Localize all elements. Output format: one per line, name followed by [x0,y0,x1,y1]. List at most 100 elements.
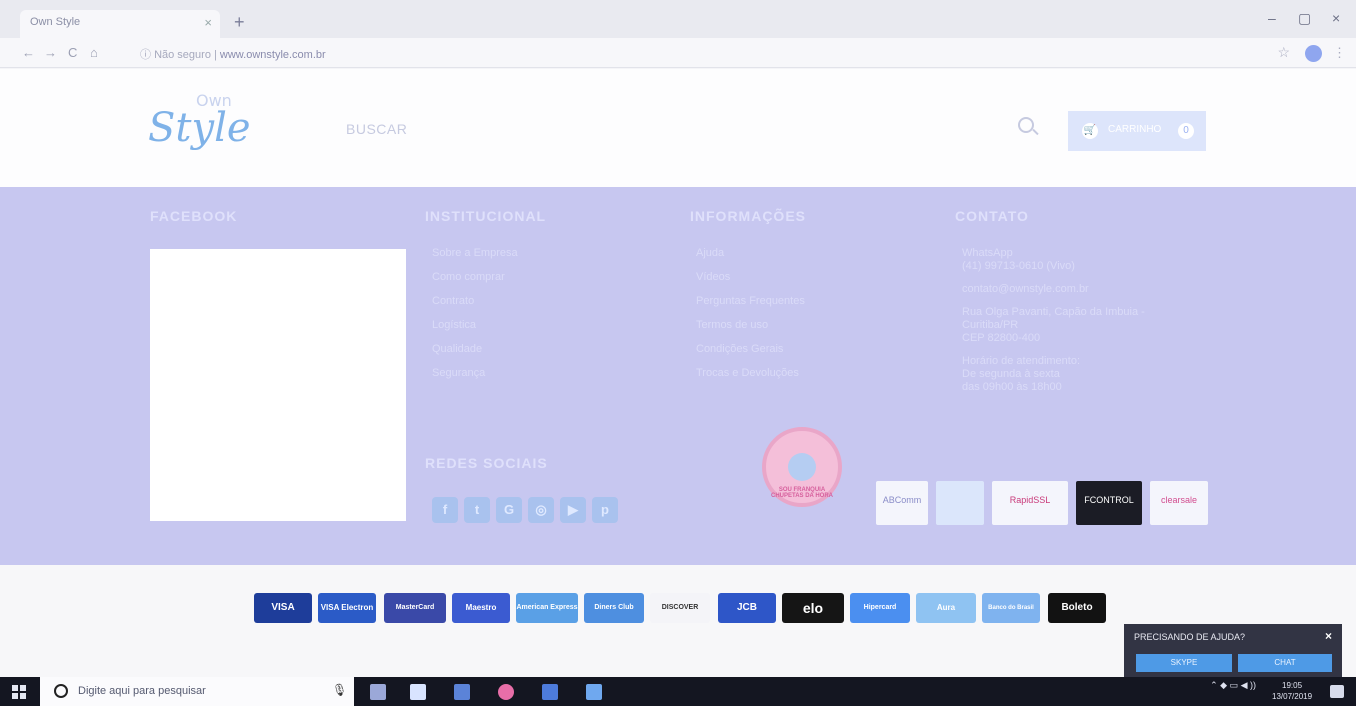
close-window-button[interactable]: × [1332,10,1340,26]
payment-diners: Diners Club [584,593,644,623]
footer-link[interactable]: Como comprar [432,271,518,295]
info-icon: ⓘ [140,49,155,61]
windows-start-icon[interactable] [12,685,26,699]
footer-link[interactable]: Segurança [432,367,518,391]
payment-amex: American Express [516,593,578,623]
footer-link[interactable]: Vídeos [696,271,805,295]
forward-icon[interactable]: → [44,45,57,60]
seal-text: SOU FRANQUIA CHUPETAS DA HORA [770,487,833,499]
minimize-button[interactable]: – [1268,10,1276,26]
footer-link[interactable]: Condições Gerais [696,343,805,367]
franchise-seal[interactable]: SOU FRANQUIA CHUPETAS DA HORA [762,427,842,507]
url-text: www.ownstyle.com.br [219,49,326,61]
contact-email[interactable]: contato@ownstyle.com.br [962,283,1089,295]
footer-link[interactable]: Logística [432,319,518,343]
site-header: Own Style BUSCAR 🛒 CARRINHO 0 [0,69,1356,187]
footer-link[interactable]: Contrato [432,295,518,319]
twitter-icon[interactable]: t [464,497,490,523]
footer-link[interactable]: Termos de uso [696,319,805,343]
system-tray-icons[interactable]: ⌃ ◆ ▭ ◀ )) [1210,680,1256,691]
url-field[interactable]: ⓘ Não seguro | www.ownstyle.com.br [140,46,326,62]
chat-close-icon[interactable]: × [1325,629,1332,643]
payment-visa: VISA [254,593,312,623]
payment-jcb: JCB [718,593,776,623]
maximize-button[interactable]: ▢ [1298,10,1311,27]
photos-app-icon[interactable] [410,684,426,700]
footer-link[interactable]: Ajuda [696,247,805,271]
instagram-icon[interactable]: ◎ [528,497,554,523]
chrome-app-icon[interactable] [498,684,514,700]
skype-button[interactable]: SKYPE [1136,654,1232,672]
site-footer: FACEBOOK INSTITUCIONAL Sobre a Empresa C… [0,187,1356,565]
contact-zip: CEP 82800-400 [962,332,1041,344]
youtube-icon[interactable]: ▶ [560,497,586,523]
cart-count-badge: 0 [1178,123,1194,139]
cart-icon: 🛒 [1082,123,1098,139]
footer-link[interactable]: Sobre a Empresa [432,247,518,271]
google-plus-icon[interactable]: G [496,497,522,523]
payment-discover: DISCOVER [650,593,710,623]
browser-tab-bar: Own Style × + – ▢ × [0,0,1356,38]
institutional-title: INSTITUCIONAL [425,208,547,224]
contact-line: De segunda à sexta [962,368,1060,380]
tab-close-icon[interactable]: × [204,15,212,30]
institutional-links: Sobre a Empresa Como comprar Contrato Lo… [432,247,518,391]
menu-kebab-icon[interactable]: ⋮ [1333,45,1346,61]
back-icon[interactable]: ← [22,45,35,60]
contact-title: CONTATO [955,208,1029,224]
microphone-icon[interactable]: 🎙 [332,683,347,697]
help-chat-widget: PRECISANDO DE AJUDA? × SKYPE CHAT [1124,624,1342,678]
task-view-icon[interactable] [370,684,386,700]
home-icon[interactable]: ⌂ [90,45,98,60]
taskbar-clock[interactable]: 19:05 13/07/2019 [1272,680,1312,702]
payment-elo: elo [782,593,844,623]
pinterest-icon[interactable]: p [592,497,618,523]
new-tab-button[interactable]: + [234,12,245,33]
seal-email-icon[interactable] [936,481,984,525]
payment-visa-electron: VISA Electron [318,593,376,623]
taskbar-search-input[interactable]: Digite aqui para pesquisar 🎙 [40,677,354,706]
seal-rapidssl[interactable]: RapidSSL [992,481,1068,525]
file-explorer-icon[interactable] [454,684,470,700]
footer-link[interactable]: Qualidade [432,343,518,367]
address-bar: ← → C ⌂ ⓘ Não seguro | www.ownstyle.com.… [0,38,1356,68]
payment-mastercard: MasterCard [384,593,446,623]
info-links: Ajuda Vídeos Perguntas Frequentes Termos… [696,247,805,391]
contact-line: WhatsApp [962,247,1013,259]
payment-banco-brasil: Banco do Brasil [982,593,1040,623]
footer-link[interactable]: Trocas e Devoluções [696,367,805,391]
payment-aura: Aura [916,593,976,623]
taskbar-search-placeholder: Digite aqui para pesquisar [78,685,206,697]
seal-abcomm[interactable]: ABComm [876,481,928,525]
app-icon[interactable] [586,684,602,700]
facebook-title: FACEBOOK [150,208,238,224]
facebook-widget[interactable] [150,249,406,521]
seal-fcontrol[interactable]: FCONTROL [1076,481,1142,525]
notification-icon[interactable] [1330,685,1344,698]
search-icon[interactable] [1018,117,1034,133]
facebook-icon[interactable]: f [432,497,458,523]
cart-button[interactable]: 🛒 CARRINHO 0 [1068,111,1206,151]
browser-tab[interactable]: Own Style × [20,10,220,38]
reload-icon[interactable]: C [68,45,77,60]
word-app-icon[interactable] [542,684,558,700]
bookmark-star-icon[interactable]: ☆ [1277,44,1290,61]
footer-link[interactable]: Perguntas Frequentes [696,295,805,319]
info-title: INFORMAÇÕES [690,208,806,224]
contact-info: WhatsApp (41) 99713-0610 (Vivo) contato@o… [962,247,1172,404]
site-logo[interactable]: Own Style [148,91,298,155]
profile-avatar[interactable] [1305,45,1322,62]
search-input[interactable]: BUSCAR [346,121,407,137]
contact-line: das 09h00 às 18h00 [962,381,1062,393]
chat-button[interactable]: CHAT [1238,654,1332,672]
cart-label: CARRINHO [1108,124,1162,135]
logo-style-text: Style [148,105,251,151]
seal-clearsale[interactable]: clearsale [1150,481,1208,525]
social-title: REDES SOCIAIS [425,455,548,471]
chat-title: PRECISANDO DE AJUDA? [1134,632,1246,642]
payment-boleto: Boleto [1048,593,1106,623]
contact-phone[interactable]: (41) 99713-0610 (Vivo) [962,260,1075,272]
payment-maestro: Maestro [452,593,510,623]
payment-hipercard: Hipercard [850,593,910,623]
seal-mascot-icon [788,453,816,481]
